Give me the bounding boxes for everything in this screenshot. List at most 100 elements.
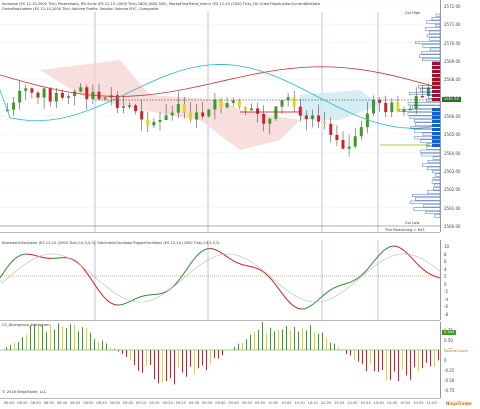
volume-profile-bar: [422, 163, 440, 167]
candle-body: [24, 88, 28, 91]
oscillator-segment: [349, 281, 353, 283]
candle-body: [359, 127, 363, 137]
histogram-bar: [262, 322, 263, 350]
y-tick-label: -0.25: [444, 368, 455, 373]
y-tick-label: 8: [444, 251, 447, 257]
oscillator-pane[interactable]: StochasticOscillator (ES 12-10 (2000 Tic…: [0, 240, 440, 321]
histogram-bar: [86, 328, 87, 350]
oscillator-segment: [253, 266, 257, 269]
oscillator-segment: [315, 299, 319, 303]
candle-body: [60, 92, 64, 98]
histogram-bar: [234, 346, 235, 350]
histogram-bar: [358, 350, 359, 362]
oscillator-segment: [323, 292, 327, 296]
oscillator-segment: [99, 291, 103, 295]
candle-body: [103, 97, 107, 100]
histogram-bar: [254, 331, 255, 350]
ladder-ask-bar: [432, 144, 440, 147]
histogram-bar: [198, 350, 199, 369]
oscillator-segment: [435, 276, 439, 278]
oscillator-segment: [13, 257, 17, 261]
oscillator-segment: [193, 256, 197, 260]
price-y-axis[interactable]: 2572.00 2571.00 2570.00 2569.00 2568.00 2567.…: [440, 0, 480, 232]
candle-body: [54, 92, 58, 102]
histogram-bar: [50, 324, 51, 350]
histogram-bar: [94, 339, 95, 350]
candle-body: [73, 91, 77, 97]
oscillator-segment: [239, 263, 243, 265]
volume-profile-bar: [421, 51, 440, 55]
histogram-bar: [178, 350, 179, 369]
oscillator-segment: [433, 275, 437, 278]
oscillator-segment: [309, 304, 313, 307]
histogram-bar: [410, 350, 411, 380]
oscillator-y-axis[interactable]: 10 8 6 4 2 0 -2 -4 -6 -8: [440, 240, 480, 320]
oscillator-segment: [307, 305, 311, 308]
ladder-bid-bar: [432, 86, 440, 89]
x-tick-label: 10:40: [373, 401, 384, 405]
x-tick-label: 09:00: [109, 401, 120, 405]
histogram-bar: [430, 350, 431, 367]
histogram-bar: [346, 350, 347, 355]
ladder-bid-bar: [432, 98, 440, 101]
volume-profile-bar: [429, 47, 440, 51]
oscillator-segment: [419, 266, 423, 269]
y-tick-label: 0: [444, 281, 447, 287]
candle-body: [48, 88, 52, 102]
oscillator-segment: [3, 268, 7, 273]
histogram-bar: [322, 332, 323, 350]
volume-profile-bar: [422, 44, 440, 48]
histogram-bar: [218, 350, 219, 359]
oscillator-segment: [203, 248, 207, 251]
oscillator-segment: [141, 295, 145, 297]
x-tick-label: 09:25: [175, 401, 186, 405]
candle-body: [237, 100, 241, 108]
histogram-bar: [390, 350, 391, 380]
y-tick-label: 2572.00: [444, 4, 461, 9]
oscillator-segment: [395, 245, 399, 248]
y-tick-label: 2560.00: [444, 224, 461, 229]
histogram-bar: [134, 350, 135, 366]
oscillator-segment: [85, 271, 89, 275]
histogram-bar: [290, 330, 291, 350]
oscillator-segment: [177, 278, 181, 282]
oscillator-segment: [187, 264, 191, 268]
oscillator-segment: [107, 300, 111, 303]
histogram-bar: [394, 350, 395, 372]
oscillator-segment: [121, 303, 125, 306]
x-tick-label: 09:10: [136, 401, 147, 405]
oscillator-segment: [339, 284, 343, 286]
oscillator-segment: [345, 282, 349, 285]
x-tick-label: 10:35: [360, 401, 371, 405]
ladder-bid-bar: [432, 66, 440, 69]
histogram-bar: [270, 327, 271, 350]
oscillator-segment: [17, 255, 21, 258]
histogram-bar: [186, 350, 187, 377]
price-chart-pane[interactable]: Kurzarbe (ES 12-10,2000 Tick) Prozentsat…: [0, 0, 440, 233]
histogram-bar: [42, 325, 43, 350]
oscillator-segment: [123, 302, 127, 305]
histogram-bar: [26, 335, 27, 350]
oscillator-segment: [191, 258, 195, 263]
histogram-bar: [98, 341, 99, 350]
ctx-low-label: Ctx Low: [405, 221, 420, 225]
oscillator-segment: [257, 268, 261, 271]
histogram-bar: [46, 332, 47, 350]
histogram-bar: [302, 327, 303, 350]
volume-profile-bar: [431, 180, 440, 184]
histogram-pane[interactable]: CS_Divergence_Histogram © 2018 NinjaTrad…: [0, 322, 440, 399]
oscillator-segment: [103, 296, 107, 300]
oscillator-segment: [91, 280, 95, 284]
ladder-bid-bar: [432, 70, 440, 73]
histogram-bar: [38, 325, 39, 350]
histogram-bar: [386, 350, 387, 381]
histogram-bar: [330, 342, 331, 350]
oscillator-segment: [5, 266, 9, 270]
oscillator-segment: [89, 277, 93, 281]
y-tick-label: -0.50: [444, 378, 455, 383]
candle-body: [12, 102, 16, 110]
time-x-axis[interactable]: 08:20 08:25 08:30 08:35 08:40 08:45 08:50 08:55…: [0, 398, 440, 409]
histogram-bar: [406, 350, 407, 376]
oscillator-segment: [273, 282, 277, 286]
volume-profile-bar: [411, 193, 440, 197]
